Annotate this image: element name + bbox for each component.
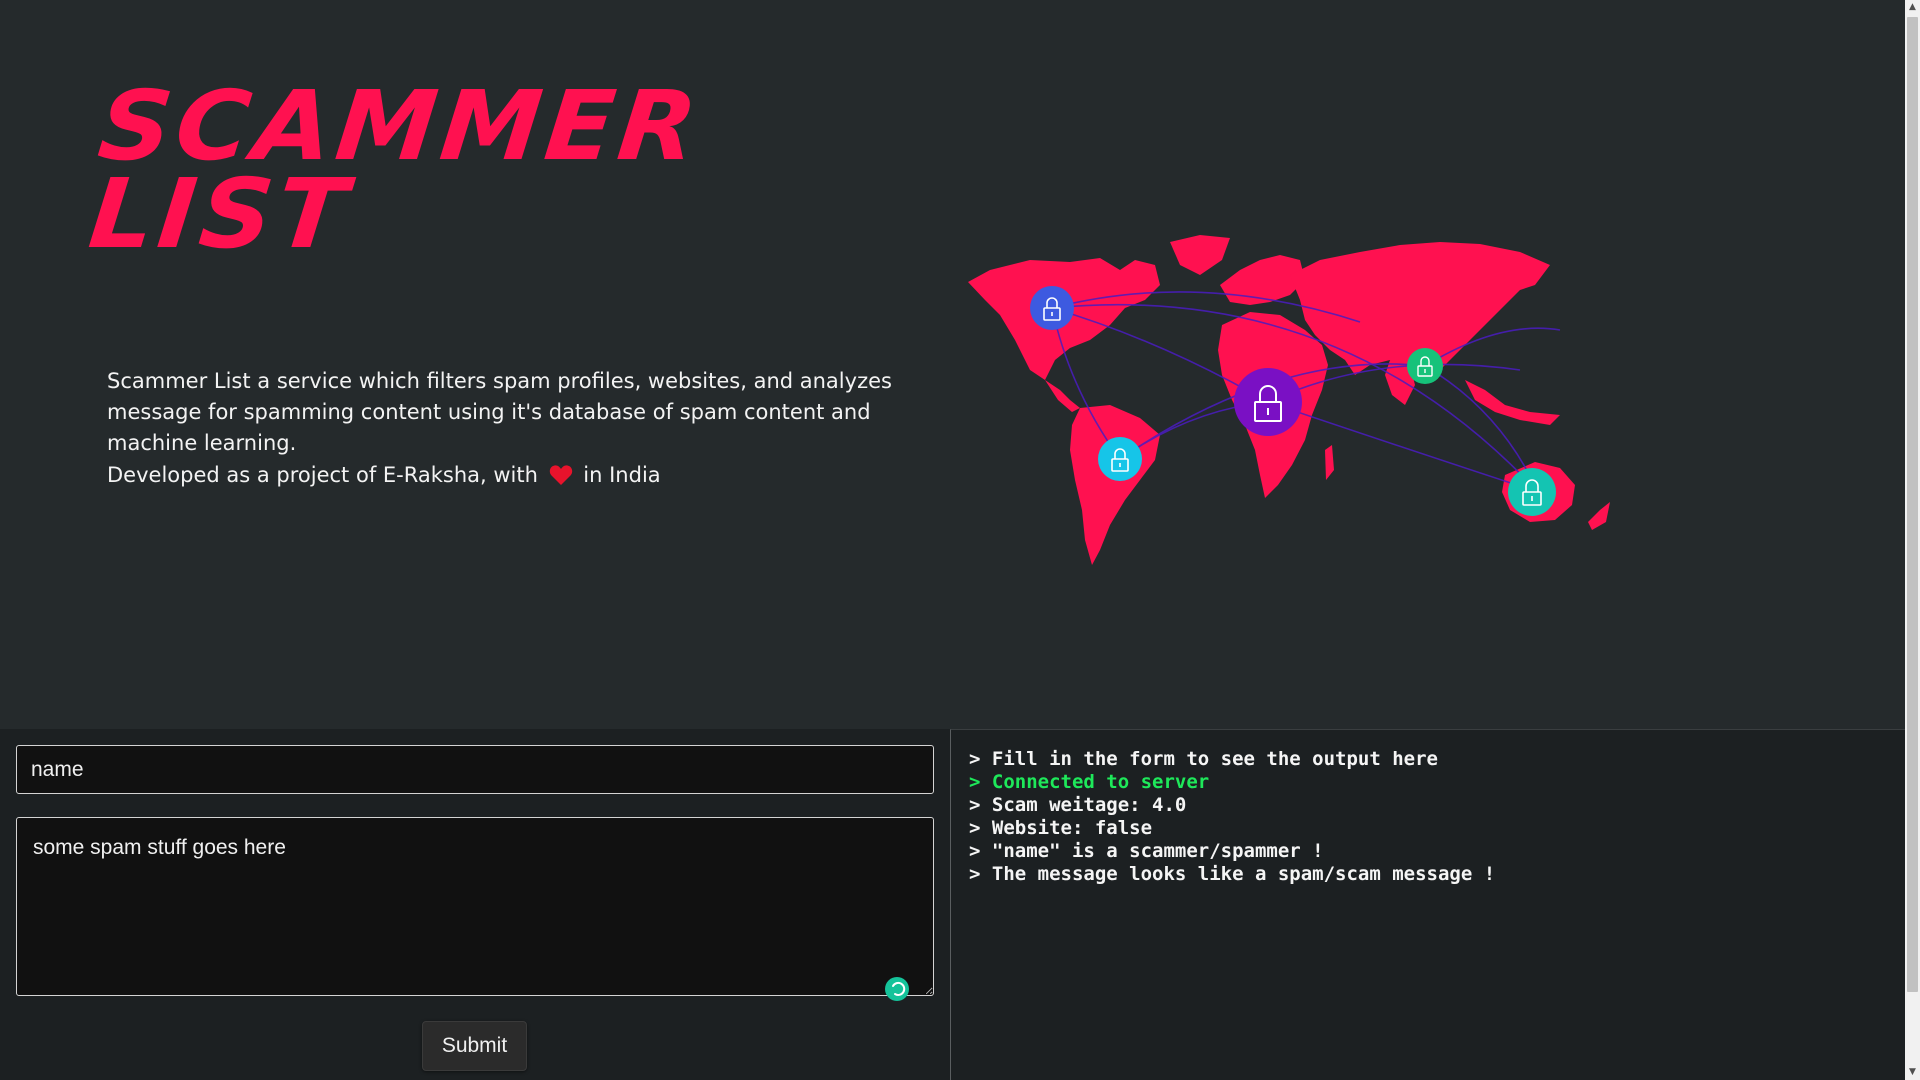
continent-madagascar: [1325, 445, 1334, 480]
check-form: some spam stuff goes here Submit: [0, 729, 950, 1080]
console-line: > "name" is a scammer/spammer !: [969, 840, 1324, 862]
developer-credit-suffix: in India: [583, 463, 661, 487]
page-scrollbar[interactable]: ▲ ▼: [1905, 0, 1920, 1080]
console-line: > The message looks like a spam/scam mes…: [969, 863, 1496, 885]
console-line: > Fill in the form to see the output her…: [969, 748, 1438, 770]
heart-icon: [549, 464, 573, 495]
continent-greenland: [1170, 235, 1230, 275]
checker-section: some spam stuff goes here Submit > Fill …: [0, 729, 1905, 1080]
service-description: Scammer List a service which filters spa…: [107, 369, 892, 455]
scroll-down-arrow-icon[interactable]: ▼: [1905, 1065, 1920, 1080]
grammar-assistant-icon[interactable]: [885, 977, 909, 1001]
output-console: > Fill in the form to see the output her…: [950, 729, 1905, 1080]
lock-icon-south-america: [1098, 437, 1142, 481]
message-textarea[interactable]: some spam stuff goes here: [16, 817, 934, 996]
lock-icon-africa: [1234, 368, 1302, 436]
hero-section: Scammer List Scammer List a service whic…: [0, 0, 1905, 729]
console-line: > Website: false: [969, 817, 1153, 839]
developer-credit: Developed as a project of E-Raksha, with…: [107, 460, 661, 495]
brand-title: Scammer List: [84, 70, 707, 270]
console-line: > Scam weitage: 4.0: [969, 794, 1187, 816]
continent-southeast-asia: [1465, 380, 1560, 425]
scroll-up-arrow-icon[interactable]: ▲: [1905, 0, 1920, 15]
lock-icon-australia: [1508, 468, 1556, 516]
brand-title-line2: List: [84, 158, 356, 270]
console-line-connected: > Connected to server: [969, 771, 1210, 793]
brand-title-line1: Scammer: [93, 70, 707, 182]
page: Scammer List Scammer List a service whic…: [0, 0, 1905, 1080]
world-map-illustration: [968, 235, 1610, 565]
submit-button[interactable]: Submit: [422, 1021, 527, 1071]
continent-central-america: [1045, 380, 1080, 412]
scroll-thumb[interactable]: [1907, 17, 1918, 992]
continent-south-america: [1070, 405, 1160, 565]
lock-icon-north-america: [1030, 286, 1074, 330]
lock-icon-india: [1407, 348, 1443, 384]
developer-credit-prefix: Developed as a project of E-Raksha, with: [107, 463, 538, 487]
continent-new-zealand: [1588, 502, 1610, 530]
name-input[interactable]: [16, 745, 934, 794]
